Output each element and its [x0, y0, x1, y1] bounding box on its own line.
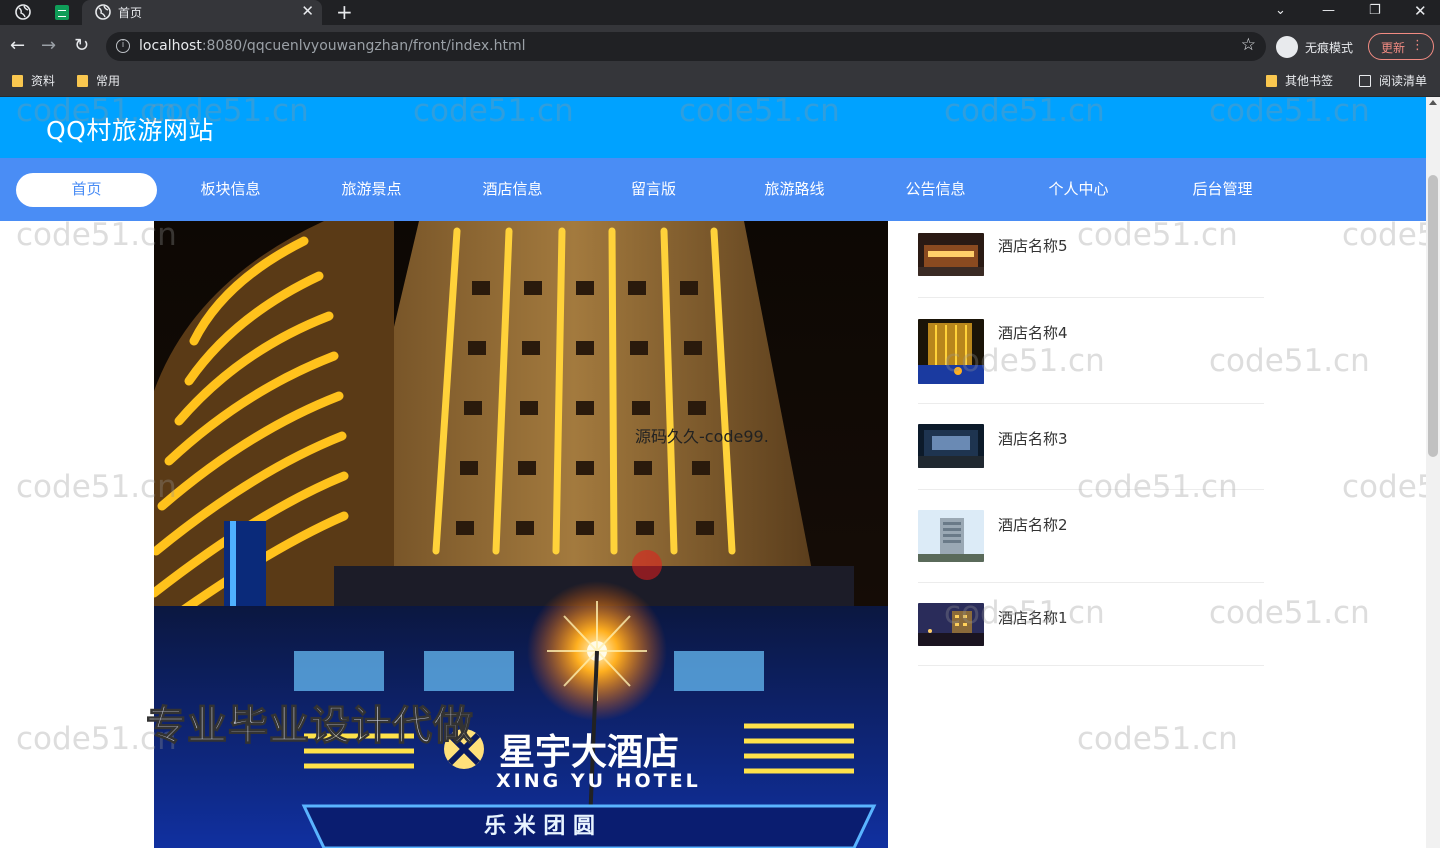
hotel-item[interactable]: 酒店名称4: [918, 298, 1264, 404]
bookmark-folder-ziliao[interactable]: 资料: [12, 72, 55, 89]
watermark: code51.cn: [16, 469, 177, 505]
nav-profile[interactable]: 个人中心: [1008, 173, 1149, 207]
address-bar: ← → ↻ i localhost:8080/qqcuenlvyouwangzh…: [0, 25, 1440, 67]
mouse-cursor-highlight: [632, 550, 662, 580]
banner-shop-sign: 乐 米 团 圆: [484, 814, 595, 839]
site-info-icon[interactable]: i: [116, 39, 130, 53]
active-tab[interactable]: 首页 ✕: [82, 0, 322, 25]
hotel-thumbnail[interactable]: [918, 233, 984, 276]
globe-icon[interactable]: [14, 3, 32, 21]
nav-announcements[interactable]: 公告信息: [865, 173, 1006, 207]
banner-signage-en: XING YU HOTEL: [496, 770, 701, 792]
close-window-icon[interactable]: ✕: [1414, 0, 1427, 22]
hotel-name[interactable]: 酒店名称3: [998, 428, 1068, 449]
hotel-item[interactable]: 酒店名称2: [918, 490, 1264, 583]
page-scrollbar[interactable]: [1426, 97, 1440, 848]
hotel-thumbnail[interactable]: [918, 424, 984, 468]
scroll-up-icon[interactable]: [1429, 100, 1437, 105]
bookmark-folder-changyong[interactable]: 常用: [77, 72, 120, 89]
minimize-icon[interactable]: —: [1322, 0, 1335, 22]
bookmarks-bar: 资料 常用 其他书签 阅读清单: [0, 67, 1440, 97]
site-title: QQ村旅游网站: [46, 116, 214, 145]
nav-board[interactable]: 板块信息: [160, 173, 301, 207]
page-viewport: QQ村旅游网站 首页 板块信息 旅游景点 酒店信息 留言版 旅游路线 公告信息 …: [0, 97, 1440, 848]
center-overlay-text: 源码久久-code99.: [635, 427, 769, 446]
url-text[interactable]: localhost:8080/qqcuenlvyouwangzhan/front…: [139, 38, 525, 54]
hotel-banner-image[interactable]: 星宇大酒店 XING YU HOTEL 乐 米 团 圆: [154, 221, 888, 848]
tab-title: 首页: [118, 6, 143, 20]
menu-kebab-icon[interactable]: ⋮: [1411, 38, 1424, 53]
hotel-thumbnail[interactable]: [918, 510, 984, 562]
restore-icon[interactable]: ❐: [1369, 0, 1381, 22]
nav-guestbook[interactable]: 留言版: [583, 173, 724, 207]
hotel-list: 酒店名称5 酒店名称4 酒店名称3 酒店名称2 酒店名称1: [918, 221, 1264, 666]
browser-tab-bar: 首页 ✕ + ⌄ — ❐ ✕: [0, 0, 1440, 25]
close-tab-icon[interactable]: ✕: [301, 2, 314, 20]
nav-attractions[interactable]: 旅游景点: [301, 173, 442, 207]
reload-icon[interactable]: ↻: [74, 35, 89, 57]
folder-icon: [12, 74, 23, 87]
nav-admin[interactable]: 后台管理: [1152, 173, 1293, 207]
incognito-icon: [1276, 36, 1298, 58]
back-icon[interactable]: ←: [10, 35, 25, 57]
site-header: QQ村旅游网站: [0, 97, 1426, 158]
nav-hotels[interactable]: 酒店信息: [442, 173, 583, 207]
hotel-name[interactable]: 酒店名称1: [998, 607, 1068, 628]
url-field[interactable]: i localhost:8080/qqcuenlvyouwangzhan/fro…: [106, 32, 1266, 61]
bookmark-star-icon[interactable]: ☆: [1241, 35, 1256, 55]
tab-search-icon[interactable]: ⌄: [1275, 0, 1286, 22]
reading-list-icon: [1359, 74, 1371, 87]
hotel-name[interactable]: 酒店名称4: [998, 322, 1068, 343]
reading-list[interactable]: 阅读清单: [1359, 72, 1427, 89]
hotel-item[interactable]: 酒店名称3: [918, 404, 1264, 490]
hotel-thumbnail[interactable]: [918, 603, 984, 646]
folder-icon: [1266, 74, 1277, 87]
globe-icon: [94, 3, 112, 21]
new-tab-button[interactable]: +: [336, 0, 353, 24]
scrollbar-thumb[interactable]: [1428, 175, 1438, 457]
hotel-name[interactable]: 酒店名称2: [998, 514, 1068, 535]
watermark: code51.cn: [1077, 721, 1238, 757]
forward-icon[interactable]: →: [41, 35, 56, 57]
bookmark-other[interactable]: 其他书签: [1266, 72, 1333, 89]
banner-signage-cn: 星宇大酒店: [499, 732, 679, 773]
hotel-thumbnail[interactable]: [918, 319, 984, 384]
folder-icon: [77, 74, 88, 87]
watermark: code51.cn: [16, 217, 177, 253]
main-nav: 首页 板块信息 旅游景点 酒店信息 留言版 旅游路线 公告信息 个人中心 后台管…: [0, 158, 1426, 221]
spreadsheet-tab-icon[interactable]: [53, 3, 71, 21]
hotel-name[interactable]: 酒店名称5: [998, 235, 1068, 256]
incognito-label: 无痕模式: [1305, 41, 1354, 55]
hotel-item[interactable]: 酒店名称1: [918, 583, 1264, 666]
hotel-item[interactable]: 酒店名称5: [918, 221, 1264, 298]
nav-routes[interactable]: 旅游路线: [724, 173, 865, 207]
caption-overlay: 专业毕业设计代做: [145, 702, 474, 749]
update-button[interactable]: 更新 ⋮: [1368, 33, 1434, 60]
nav-home[interactable]: 首页: [16, 173, 157, 207]
